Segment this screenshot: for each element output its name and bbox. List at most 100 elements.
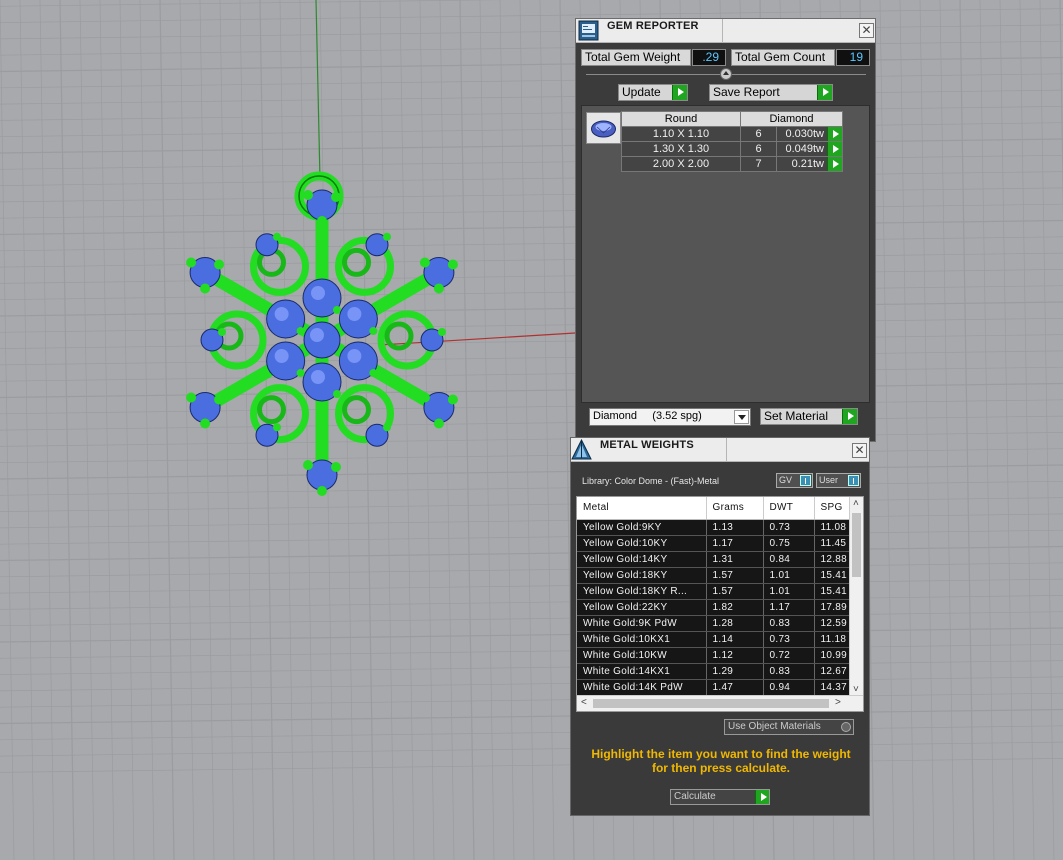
table-cell: Yellow Gold:10KY <box>577 535 707 552</box>
snowflake-pendant-model[interactable] <box>0 0 1063 860</box>
table-cell: 0.73 <box>763 631 815 648</box>
gem-weight-value: 0.21tw <box>791 158 824 170</box>
table-cell: Yellow Gold:14KY <box>577 551 707 568</box>
table-cell: 15.41 <box>814 567 852 584</box>
close-icon[interactable]: ✕ <box>852 443 867 458</box>
gem-size: 1.10 X 1.10 <box>621 126 741 142</box>
gem-size: 1.30 X 1.30 <box>621 141 741 157</box>
column-header[interactable]: Metal <box>577 497 707 520</box>
horizontal-scrollbar[interactable]: < > <box>577 695 863 711</box>
toggle-knob-icon <box>848 475 859 486</box>
total-gem-count-value: 19 <box>836 49 870 66</box>
table-cell: 11.45 <box>814 535 852 552</box>
library-label: Library: Color Dome - (Fast)-Metal <box>582 476 720 486</box>
column-header[interactable]: SPG <box>814 497 852 520</box>
table-row[interactable]: Yellow Gold:22KY 1.82 1.17 17.89 <box>577 599 852 616</box>
table-cell: 1.12 <box>706 647 764 664</box>
calculate-button[interactable]: Calculate <box>670 789 770 805</box>
table-cell: White Gold:10KX1 <box>577 631 707 648</box>
chevron-left-icon[interactable]: < <box>581 697 587 709</box>
play-icon[interactable] <box>827 142 842 156</box>
table-cell: 0.94 <box>763 679 815 696</box>
scroll-thumb[interactable] <box>593 699 829 708</box>
table-cell: 1.57 <box>706 583 764 600</box>
table-cell: 1.47 <box>706 679 764 696</box>
gem-reporter-panel: GEM REPORTER ✕ Total Gem Weight .29 Tota… <box>575 18 876 442</box>
table-cell: 12.67 <box>814 663 852 680</box>
table-cell: 1.82 <box>706 599 764 616</box>
gem-count: 6 <box>740 126 777 142</box>
play-icon[interactable] <box>827 157 842 171</box>
gem-row[interactable]: 1.10 X 1.10 6 0.030tw <box>621 126 843 142</box>
metal-weights-titlebar[interactable]: METAL WEIGHTS ✕ <box>571 438 869 462</box>
collapse-handle-icon[interactable] <box>720 68 732 80</box>
set-material-button-label: Set Material <box>764 409 829 423</box>
chevron-down-icon[interactable] <box>734 410 749 424</box>
3d-viewport[interactable] <box>0 0 1063 860</box>
chevron-right-icon[interactable]: > <box>835 697 841 709</box>
material-select[interactable]: Diamond (3.52 spg) <box>589 408 751 426</box>
user-toggle-label: User <box>819 475 839 485</box>
table-cell: Yellow Gold:18KY R... <box>577 583 707 600</box>
set-material-button[interactable]: Set Material <box>760 408 858 425</box>
gem-reporter-titlebar[interactable]: GEM REPORTER ✕ <box>576 19 875 43</box>
update-button[interactable]: Update <box>618 84 688 101</box>
table-row[interactable]: White Gold:14KX1 1.29 0.83 12.67 <box>577 663 852 680</box>
table-cell: White Gold:9K PdW <box>577 615 707 632</box>
gem-row[interactable]: 2.00 X 2.00 7 0.21tw <box>621 156 843 172</box>
shape-header: Round <box>621 111 741 127</box>
use-object-materials-label: Use Object Materials <box>728 721 821 732</box>
column-header[interactable]: DWT <box>763 497 815 520</box>
table-row[interactable]: Yellow Gold:9KY 1.13 0.73 11.08 <box>577 519 852 536</box>
gem-weight-value: 0.030tw <box>785 128 824 140</box>
use-object-materials-toggle[interactable]: Use Object Materials <box>724 719 854 735</box>
metal-weights-title: METAL WEIGHTS <box>600 439 694 451</box>
table-cell: 0.83 <box>763 663 815 680</box>
save-report-button[interactable]: Save Report <box>709 84 833 101</box>
play-icon[interactable] <box>827 127 842 141</box>
table-cell: 1.13 <box>706 519 764 536</box>
table-row[interactable]: White Gold:14K PdW 1.47 0.94 14.37 <box>577 679 852 696</box>
total-gem-count-label: Total Gem Count <box>731 49 835 66</box>
table-row[interactable]: Yellow Gold:18KY R... 1.57 1.01 15.41 <box>577 583 852 600</box>
table-cell: Yellow Gold:9KY <box>577 519 707 536</box>
gv-toggle-label: GV <box>779 475 793 485</box>
hint-line-1: Highlight the item you want to find the … <box>591 747 851 761</box>
user-toggle[interactable]: User <box>816 473 861 488</box>
table-row[interactable]: White Gold:10KW 1.12 0.72 10.99 <box>577 647 852 664</box>
table-cell: Yellow Gold:22KY <box>577 599 707 616</box>
gem-list-area: Round Diamond 1.10 X 1.10 6 0.030tw 1.30 X … <box>581 105 870 403</box>
table-cell: 0.75 <box>763 535 815 552</box>
table-cell: 15.41 <box>814 583 852 600</box>
table-cell: 1.14 <box>706 631 764 648</box>
table-cell: 0.83 <box>763 615 815 632</box>
play-icon <box>817 85 832 100</box>
table-cell: 11.18 <box>814 631 852 648</box>
metal-weights-panel: METAL WEIGHTS ✕ Library: Color Dome - (F… <box>570 437 870 816</box>
gem-weight: 0.030tw <box>776 126 843 142</box>
chevron-up-icon[interactable]: ˄ <box>853 498 859 510</box>
calculate-button-label: Calculate <box>674 791 716 802</box>
report-icon <box>578 20 599 46</box>
gv-toggle[interactable]: GV <box>776 473 813 488</box>
gem-weight: 0.21tw <box>776 156 843 172</box>
scroll-thumb[interactable] <box>852 513 861 577</box>
table-row[interactable]: Yellow Gold:10KY 1.17 0.75 11.45 <box>577 535 852 552</box>
hint-line-2: for then press calculate. <box>651 761 791 775</box>
table-cell: Yellow Gold:18KY <box>577 567 707 584</box>
table-row[interactable]: White Gold:9K PdW 1.28 0.83 12.59 <box>577 615 852 632</box>
close-icon[interactable]: ✕ <box>859 23 874 38</box>
table-cell: 1.29 <box>706 663 764 680</box>
material-header: Diamond <box>740 111 843 127</box>
round-diamond-icon <box>586 112 621 144</box>
column-header[interactable]: Grams <box>706 497 764 520</box>
table-row[interactable]: White Gold:10KX1 1.14 0.73 11.18 <box>577 631 852 648</box>
vertical-scrollbar[interactable]: ˄ ˅ <box>849 497 863 697</box>
play-icon <box>755 790 769 804</box>
table-row[interactable]: Yellow Gold:14KY 1.31 0.84 12.88 <box>577 551 852 568</box>
material-select-value: Diamond (3.52 spg) <box>593 410 702 422</box>
gem-row[interactable]: 1.30 X 1.30 6 0.049tw <box>621 141 843 157</box>
play-icon <box>842 409 857 424</box>
table-cell: 1.17 <box>706 535 764 552</box>
table-row[interactable]: Yellow Gold:18KY 1.57 1.01 15.41 <box>577 567 852 584</box>
